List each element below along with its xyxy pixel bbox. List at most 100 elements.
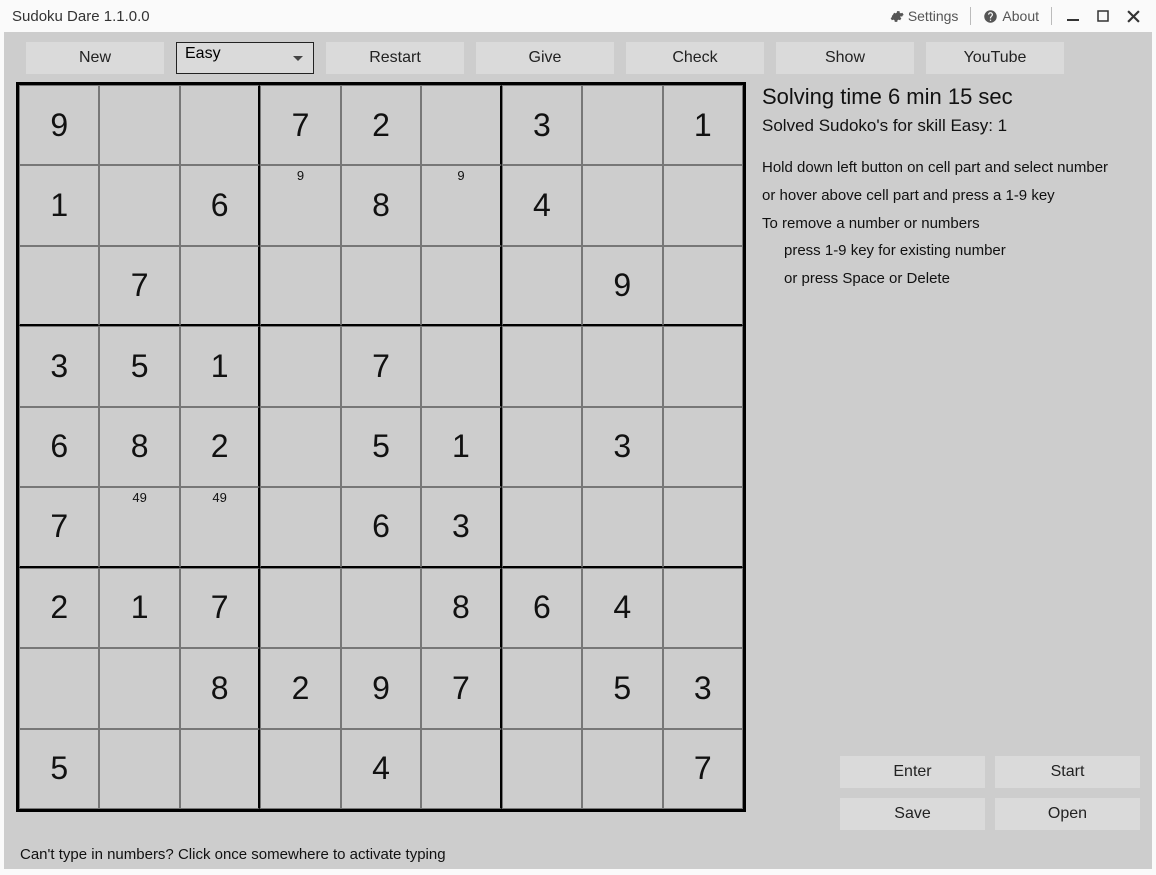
sudoku-cell[interactable] bbox=[502, 246, 582, 326]
sudoku-cell[interactable] bbox=[502, 487, 582, 567]
sudoku-cell[interactable] bbox=[260, 407, 340, 487]
save-button[interactable]: Save bbox=[840, 798, 985, 830]
sudoku-cell[interactable]: 9 bbox=[19, 85, 99, 165]
sudoku-cell[interactable] bbox=[663, 165, 743, 245]
sudoku-board[interactable]: 9723116989479351768251374949632178648297… bbox=[16, 82, 746, 812]
new-button[interactable]: New bbox=[26, 42, 164, 74]
sudoku-cell[interactable] bbox=[582, 85, 662, 165]
show-button[interactable]: Show bbox=[776, 42, 914, 74]
sudoku-cell[interactable]: 9 bbox=[421, 165, 501, 245]
sudoku-cell[interactable] bbox=[99, 729, 179, 809]
sudoku-cell[interactable] bbox=[663, 326, 743, 406]
sudoku-cell[interactable] bbox=[502, 729, 582, 809]
sudoku-cell[interactable]: 5 bbox=[341, 407, 421, 487]
sudoku-cell[interactable] bbox=[582, 326, 662, 406]
sudoku-cell[interactable] bbox=[421, 326, 501, 406]
close-button[interactable] bbox=[1118, 2, 1148, 30]
sudoku-cell[interactable]: 5 bbox=[99, 326, 179, 406]
sudoku-cell[interactable]: 2 bbox=[19, 568, 99, 648]
sudoku-cell[interactable] bbox=[260, 487, 340, 567]
sudoku-cell[interactable]: 2 bbox=[260, 648, 340, 728]
sudoku-cell[interactable]: 3 bbox=[502, 85, 582, 165]
sudoku-cell[interactable]: 3 bbox=[421, 487, 501, 567]
youtube-button[interactable]: YouTube bbox=[926, 42, 1064, 74]
sudoku-cell[interactable]: 8 bbox=[180, 648, 260, 728]
sudoku-cell[interactable]: 5 bbox=[19, 729, 99, 809]
sudoku-cell[interactable]: 6 bbox=[19, 407, 99, 487]
sudoku-cell[interactable] bbox=[582, 165, 662, 245]
sudoku-cell[interactable]: 2 bbox=[180, 407, 260, 487]
minimize-button[interactable] bbox=[1058, 2, 1088, 30]
sudoku-cell[interactable]: 1 bbox=[19, 165, 99, 245]
sudoku-cell[interactable] bbox=[260, 568, 340, 648]
sudoku-cell[interactable] bbox=[502, 648, 582, 728]
sudoku-cell[interactable] bbox=[341, 246, 421, 326]
sudoku-cell[interactable]: 4 bbox=[502, 165, 582, 245]
difficulty-select[interactable]: Easy bbox=[176, 42, 314, 74]
sudoku-cell[interactable] bbox=[663, 407, 743, 487]
enter-button[interactable]: Enter bbox=[840, 756, 985, 788]
sudoku-cell[interactable]: 7 bbox=[19, 487, 99, 567]
sudoku-cell[interactable]: 9 bbox=[260, 165, 340, 245]
start-button[interactable]: Start bbox=[995, 756, 1140, 788]
sudoku-cell[interactable]: 3 bbox=[663, 648, 743, 728]
sudoku-cell[interactable] bbox=[180, 246, 260, 326]
check-button[interactable]: Check bbox=[626, 42, 764, 74]
sudoku-cell[interactable] bbox=[663, 568, 743, 648]
help-line: To remove a number or numbers bbox=[762, 210, 1140, 238]
sudoku-cell[interactable] bbox=[99, 648, 179, 728]
sudoku-cell[interactable] bbox=[99, 85, 179, 165]
sudoku-cell[interactable]: 6 bbox=[341, 487, 421, 567]
sudoku-cell[interactable] bbox=[19, 246, 99, 326]
sudoku-cell[interactable]: 7 bbox=[260, 85, 340, 165]
sudoku-cell[interactable]: 8 bbox=[341, 165, 421, 245]
sudoku-cell[interactable] bbox=[663, 246, 743, 326]
sudoku-cell[interactable]: 49 bbox=[180, 487, 260, 567]
sudoku-cell[interactable] bbox=[502, 407, 582, 487]
sudoku-cell[interactable] bbox=[260, 246, 340, 326]
sudoku-cell[interactable] bbox=[99, 165, 179, 245]
sudoku-cell[interactable]: 3 bbox=[19, 326, 99, 406]
maximize-button[interactable] bbox=[1088, 2, 1118, 30]
sudoku-cell[interactable]: 5 bbox=[582, 648, 662, 728]
sudoku-cell[interactable]: 7 bbox=[180, 568, 260, 648]
give-button[interactable]: Give bbox=[476, 42, 614, 74]
sudoku-cell[interactable]: 1 bbox=[663, 85, 743, 165]
sudoku-cell[interactable]: 9 bbox=[341, 648, 421, 728]
sudoku-cell[interactable] bbox=[582, 487, 662, 567]
sudoku-cell[interactable]: 7 bbox=[99, 246, 179, 326]
sudoku-cell[interactable] bbox=[582, 729, 662, 809]
sudoku-cell[interactable] bbox=[341, 568, 421, 648]
sudoku-cell[interactable] bbox=[180, 85, 260, 165]
sudoku-cell[interactable] bbox=[260, 326, 340, 406]
open-button[interactable]: Open bbox=[995, 798, 1140, 830]
sudoku-cell[interactable]: 1 bbox=[99, 568, 179, 648]
sudoku-cell[interactable] bbox=[421, 729, 501, 809]
sudoku-cell[interactable]: 1 bbox=[421, 407, 501, 487]
restart-button[interactable]: Restart bbox=[326, 42, 464, 74]
sudoku-cell[interactable] bbox=[260, 729, 340, 809]
sudoku-cell[interactable]: 6 bbox=[502, 568, 582, 648]
sudoku-cell[interactable] bbox=[19, 648, 99, 728]
sudoku-cell[interactable] bbox=[180, 729, 260, 809]
sudoku-cell[interactable]: 4 bbox=[582, 568, 662, 648]
sudoku-cell[interactable]: 2 bbox=[341, 85, 421, 165]
sudoku-cell[interactable]: 6 bbox=[180, 165, 260, 245]
sudoku-cell[interactable]: 8 bbox=[421, 568, 501, 648]
sudoku-cell[interactable]: 9 bbox=[582, 246, 662, 326]
sudoku-cell[interactable] bbox=[421, 85, 501, 165]
sudoku-cell[interactable] bbox=[502, 326, 582, 406]
sudoku-cell[interactable]: 7 bbox=[421, 648, 501, 728]
sudoku-cell[interactable]: 4 bbox=[341, 729, 421, 809]
settings-button[interactable]: Settings bbox=[883, 6, 965, 26]
about-button[interactable]: About bbox=[977, 6, 1045, 26]
sudoku-cell[interactable]: 8 bbox=[99, 407, 179, 487]
side-button-grid: Enter Start Save Open bbox=[840, 756, 1140, 830]
sudoku-cell[interactable] bbox=[421, 246, 501, 326]
sudoku-cell[interactable]: 1 bbox=[180, 326, 260, 406]
sudoku-cell[interactable]: 49 bbox=[99, 487, 179, 567]
sudoku-cell[interactable]: 7 bbox=[341, 326, 421, 406]
sudoku-cell[interactable] bbox=[663, 487, 743, 567]
sudoku-cell[interactable]: 3 bbox=[582, 407, 662, 487]
sudoku-cell[interactable]: 7 bbox=[663, 729, 743, 809]
